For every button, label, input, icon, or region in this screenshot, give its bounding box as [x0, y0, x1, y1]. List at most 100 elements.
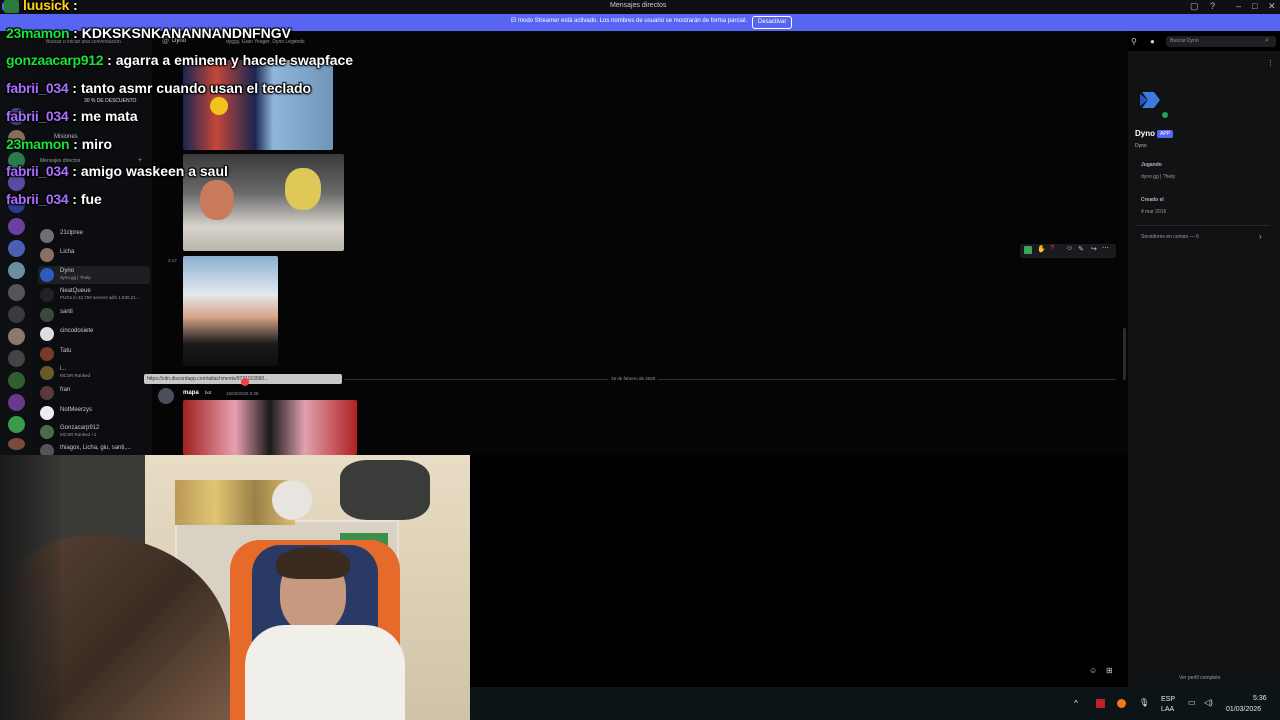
- common-servers-link[interactable]: Servidores en común — 6: [1141, 234, 1199, 240]
- server-icon[interactable]: [8, 438, 25, 450]
- image-attachment[interactable]: [183, 60, 333, 150]
- forward-icon[interactable]: ↪: [1091, 245, 1097, 253]
- deactivate-button[interactable]: Desactivar: [752, 16, 793, 29]
- avatar: [40, 425, 54, 439]
- avatar: [40, 229, 54, 243]
- minimize-button[interactable]: –: [1236, 1, 1241, 11]
- emoji-icon[interactable]: ☺: [1089, 666, 1097, 675]
- network-icon[interactable]: ▭: [1188, 698, 1196, 707]
- dm-item-name: NotMeerzys: [60, 407, 93, 413]
- server-icon[interactable]: [8, 394, 25, 411]
- dm-item-name: 21clpree: [60, 230, 84, 236]
- avatar: [40, 386, 54, 400]
- microphone-icon[interactable]: 🎙: [1139, 698, 1149, 707]
- overlay-chat-message: amigo waskeen a saul: [80, 163, 228, 179]
- taskbar: [470, 687, 1280, 720]
- banner-text: El modo Streamer está activado. Los nomb…: [511, 18, 748, 24]
- avatar: [40, 366, 54, 380]
- online-status-icon: [1162, 112, 1168, 118]
- avatar: [40, 248, 54, 262]
- dm-item[interactable]: Gonzacarp912 MCSR Ranked +1: [38, 423, 150, 441]
- pin-icon[interactable]: ⚲: [1131, 37, 1137, 46]
- dm-item-name: i...: [60, 366, 67, 372]
- apps-icon[interactable]: ⊞: [1106, 666, 1113, 675]
- dm-item[interactable]: cincodosiete: [38, 325, 150, 343]
- dm-item[interactable]: NotMeerzys: [38, 404, 150, 422]
- server-icon[interactable]: [8, 328, 25, 345]
- server-icon[interactable]: [8, 306, 25, 323]
- top-search-input[interactable]: Buscar Dyno: [1166, 36, 1276, 47]
- keyboard-layout[interactable]: LAA: [1161, 706, 1174, 713]
- dm-item-name: NeatQueue: [60, 288, 91, 294]
- server-icon[interactable]: [8, 416, 25, 433]
- inbox-icon[interactable]: ▢: [1190, 1, 1199, 12]
- server-icon[interactable]: [8, 262, 25, 279]
- chevron-up-icon[interactable]: ^: [1074, 699, 1078, 708]
- server-icon[interactable]: [8, 372, 25, 389]
- overlay-chat-line: fabrii_034 : tanto asmr cuando usan el t…: [6, 80, 312, 96]
- more-icon[interactable]: ⋮: [1267, 59, 1274, 67]
- more-icon[interactable]: ⋯: [1102, 244, 1109, 252]
- user-profile-icon[interactable]: ●: [1150, 37, 1155, 46]
- window-titlebar: Mensajes directos ▢ ? – □ ✕: [0, 0, 1280, 14]
- message-author[interactable]: mapa: [183, 390, 199, 396]
- edit-icon[interactable]: ✎: [1078, 245, 1084, 253]
- dm-item-status: dyno.gg | ?help: [60, 275, 91, 280]
- dm-item-name: Licha: [60, 249, 75, 255]
- add-reaction-icon[interactable]: ☺: [1066, 245, 1073, 252]
- dm-item[interactable]: i... MCSR Ranked: [38, 364, 150, 382]
- dm-item[interactable]: NeatQueue PUGs in 22,759 servers with 1,…: [38, 286, 150, 304]
- overlay-chat-user: luusick: [23, 0, 70, 13]
- bot-tag: bot: [205, 390, 212, 395]
- dm-item-status: PUGs in 22,759 servers with 1,530,21...: [60, 295, 140, 300]
- overlay-chat-user: fabrii_034: [6, 191, 69, 207]
- server-icon[interactable]: [8, 284, 25, 301]
- overlay-chat-message: agarra a eminem y hacele swapface: [115, 52, 354, 68]
- dm-item[interactable]: santi: [38, 306, 150, 324]
- dm-item-name: Dyno: [60, 268, 75, 274]
- maximize-button[interactable]: □: [1252, 1, 1257, 11]
- dm-item[interactable]: 21clpree: [38, 227, 150, 245]
- check-reaction-icon[interactable]: [1024, 246, 1032, 254]
- promo-badge[interactable]: 30 % DE DESCUENTO: [84, 98, 136, 104]
- server-icon[interactable]: [8, 240, 25, 257]
- chat-scrollbar[interactable]: [1123, 328, 1126, 380]
- dm-item[interactable]: Tatu: [38, 345, 150, 363]
- overlay-chat-separator: :: [69, 0, 78, 13]
- dm-item-name: cincodosiete: [60, 328, 94, 334]
- dyno-logo-icon: [1138, 88, 1162, 112]
- image-attachment[interactable]: [183, 256, 278, 366]
- cam-ball: [272, 480, 312, 520]
- dm-item[interactable]: fran: [38, 384, 150, 402]
- overlay-chat-line: 23mamon : KDKSKSNKANANNANDNFNGV: [6, 25, 291, 41]
- clock-time[interactable]: 5:36: [1253, 695, 1267, 702]
- help-icon[interactable]: ?: [1210, 1, 1215, 11]
- keyboard-language[interactable]: ESP: [1161, 696, 1175, 703]
- dm-item-selected[interactable]: Dyno dyno.gg | ?help: [38, 266, 150, 284]
- dm-item[interactable]: thiagox, Licha, giu, santi,...: [38, 442, 150, 458]
- overlay-chat-line: fabrii_034 : fue: [6, 191, 102, 207]
- question-reaction-icon[interactable]: ?: [1050, 245, 1054, 252]
- cam-bag: [340, 460, 430, 520]
- date-divider-line: [344, 379, 1116, 380]
- image-attachment[interactable]: [183, 400, 357, 455]
- app-tray-icon[interactable]: [1117, 699, 1126, 708]
- close-button[interactable]: ✕: [1268, 1, 1276, 12]
- photo-person: [200, 180, 234, 220]
- dm-item[interactable]: Licha: [38, 246, 150, 264]
- playing-label: Jugando: [1141, 162, 1162, 168]
- server-icon[interactable]: [8, 350, 25, 367]
- dm-item-status: MCSR Ranked +1: [60, 432, 97, 437]
- chevron-right-icon[interactable]: ›: [1259, 232, 1262, 241]
- message-time: 16/02/2026 0:28: [226, 391, 259, 396]
- clock-date[interactable]: 01/03/2026: [1226, 706, 1261, 713]
- server-icon[interactable]: [8, 218, 25, 235]
- overlay-chat-message: fue: [80, 191, 102, 207]
- full-profile-link[interactable]: Ver perfil completo: [1179, 675, 1220, 681]
- overlay-chat-line: luusick :: [23, 0, 78, 13]
- app-tray-icon[interactable]: [1096, 699, 1105, 708]
- cam-dark-left: [0, 455, 60, 720]
- profile-subname: Dyno: [1135, 143, 1147, 149]
- hand-reaction-icon[interactable]: ✋: [1037, 245, 1046, 253]
- volume-icon[interactable]: ◁): [1204, 698, 1213, 707]
